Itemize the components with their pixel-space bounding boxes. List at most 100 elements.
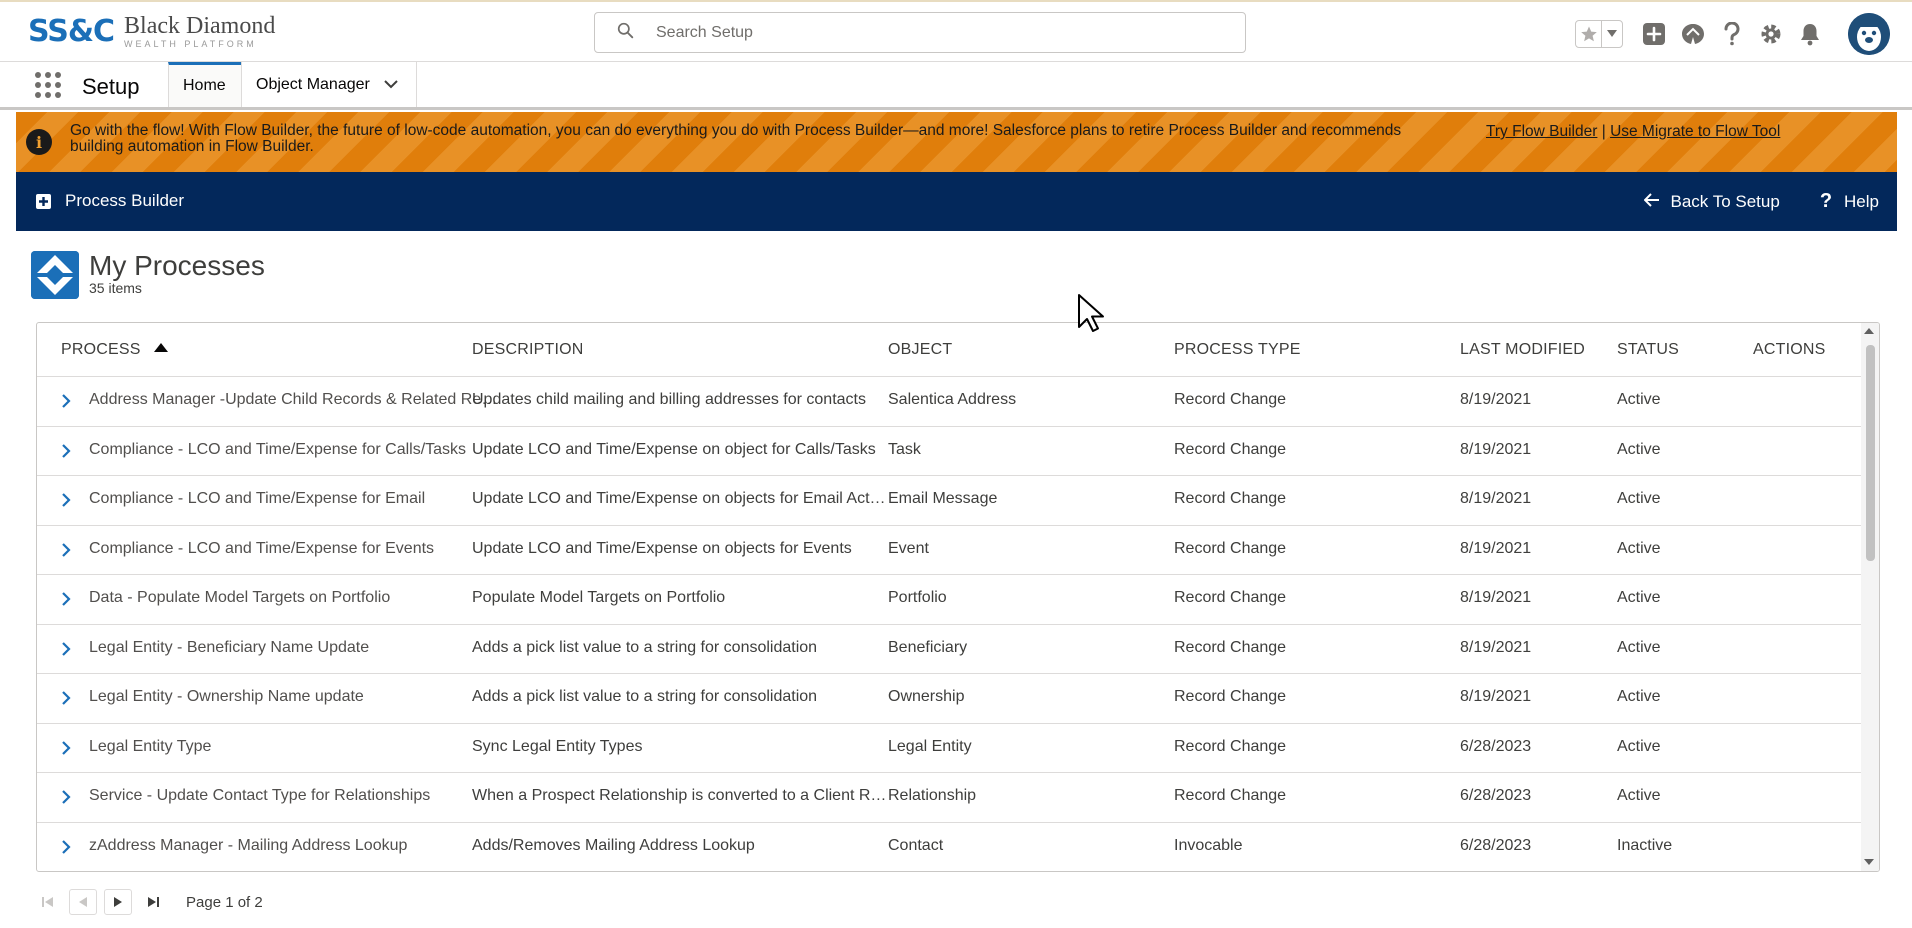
last-page-icon[interactable]: [139, 889, 167, 915]
cell-process[interactable]: zAddress Manager - Mailing Address Looku…: [89, 837, 499, 855]
try-flow-builder-link[interactable]: Try Flow Builder: [1486, 123, 1597, 140]
cell-description: Adds/Removes Mailing Address Lookup: [472, 836, 755, 854]
tab-home-label: Home: [183, 77, 226, 94]
table-row[interactable]: Compliance - LCO and Time/Expense for Em…: [37, 476, 1861, 526]
cell-process[interactable]: Compliance - LCO and Time/Expense for Ca…: [89, 441, 499, 459]
cell-process-type: Record Change: [1174, 737, 1287, 755]
chevron-right-icon[interactable]: [61, 592, 71, 611]
table-row[interactable]: Legal Entity - Ownership Name update Adds…: [37, 674, 1861, 724]
cell-process[interactable]: Compliance - LCO and Time/Expense for Ev…: [89, 540, 499, 558]
next-page-icon[interactable]: [104, 889, 132, 915]
table-row[interactable]: Data - Populate Model Targets on Portfol…: [37, 575, 1861, 625]
cell-last-modified: 8/19/2021: [1460, 638, 1532, 656]
chevron-right-icon[interactable]: [61, 740, 71, 760]
tab-object-manager[interactable]: Object Manager: [241, 62, 417, 107]
cell-description: When a Prospect Relationship is converte…: [472, 787, 887, 804]
cell-status: Active: [1617, 391, 1661, 408]
cell-status: Active: [1617, 490, 1661, 507]
chevron-right-icon[interactable]: [61, 493, 71, 512]
cell-status: Active: [1617, 539, 1661, 557]
logo-subtitle: WEALTH PLATFORM: [124, 39, 257, 49]
bell-icon[interactable]: [1797, 21, 1823, 47]
migrate-to-flow-link[interactable]: Use Migrate to Flow Tool: [1610, 123, 1780, 140]
banner-text: Go with the flow! With Flow Builder, the…: [70, 122, 1402, 155]
cell-process-type: Record Change: [1174, 589, 1287, 606]
cell-process[interactable]: Data - Populate Model Targets on Portfol…: [89, 589, 499, 607]
column-header-process[interactable]: PROCESS: [61, 341, 168, 359]
help-icon[interactable]: [1719, 21, 1745, 47]
arrow-left-icon: [1644, 192, 1670, 212]
scroll-down-icon[interactable]: [1864, 859, 1874, 865]
cell-last-modified: 6/28/2023: [1460, 737, 1532, 755]
avatar[interactable]: [1848, 13, 1890, 55]
trailhead-icon[interactable]: [1680, 21, 1706, 47]
cell-process[interactable]: Service - Update Contact Type for Relati…: [89, 787, 499, 805]
chevron-right-icon[interactable]: [61, 443, 71, 463]
cell-process-type: Record Change: [1174, 688, 1287, 705]
chevron-right-icon[interactable]: [61, 542, 71, 562]
first-page-icon[interactable]: [34, 889, 62, 915]
cell-last-modified: 8/19/2021: [1460, 539, 1532, 557]
mouse-cursor-icon: [1077, 293, 1105, 338]
chevron-down-icon[interactable]: [1602, 21, 1622, 47]
column-header-object[interactable]: OBJECT: [888, 341, 952, 359]
cell-process[interactable]: Address Manager -Update Child Records & …: [89, 391, 499, 409]
favorites-group: [1575, 20, 1623, 48]
cell-object: Relationship: [888, 787, 977, 804]
table-row[interactable]: zAddress Manager - Mailing Address Looku…: [37, 823, 1861, 872]
column-header-status[interactable]: STATUS: [1617, 341, 1679, 359]
cell-description: Update LCO and Time/Expense on objects f…: [472, 539, 852, 557]
cell-process-type: Record Change: [1174, 440, 1287, 458]
cell-process[interactable]: Legal Entity - Ownership Name update: [89, 688, 499, 706]
search-icon: [617, 22, 634, 44]
processes-table: PROCESS DESCRIPTION OBJECT PROCESS TYPE …: [36, 322, 1880, 872]
help-button[interactable]: ? Help: [1820, 190, 1879, 213]
star-icon[interactable]: [1576, 21, 1602, 47]
help-icon: ?: [1819, 190, 1833, 212]
cell-object: Salentica Address: [888, 391, 1017, 408]
cell-object: Beneficiary: [888, 638, 968, 656]
cell-status: Active: [1617, 638, 1661, 656]
previous-page-icon[interactable]: [69, 889, 97, 915]
column-header-description[interactable]: DESCRIPTION: [472, 341, 584, 359]
cell-description: Populate Model Targets on Portfolio: [472, 589, 726, 606]
search-box[interactable]: [594, 12, 1246, 53]
chevron-right-icon[interactable]: [61, 790, 71, 809]
cell-last-modified: 6/28/2023: [1460, 787, 1532, 804]
cell-description: Sync Legal Entity Types: [472, 737, 643, 755]
table-scrollbar[interactable]: [1861, 323, 1879, 871]
cell-object: Portfolio: [888, 589, 947, 606]
cell-object: Contact: [888, 836, 944, 854]
tab-home[interactable]: Home: [168, 62, 241, 107]
chevron-right-icon[interactable]: [61, 641, 71, 661]
add-icon[interactable]: [1641, 21, 1667, 47]
company-logo[interactable]: SS&C Black Diamond WEALTH PLATFORM: [28, 14, 275, 49]
column-header-process-type[interactable]: PROCESS TYPE: [1174, 341, 1301, 359]
app-launcher-icon[interactable]: [35, 72, 61, 98]
cell-process[interactable]: Legal Entity Type: [89, 738, 499, 756]
scroll-thumb[interactable]: [1866, 345, 1875, 561]
cell-last-modified: 8/19/2021: [1460, 589, 1532, 606]
chevron-down-icon[interactable]: [370, 76, 398, 94]
retirement-banner: i Go with the flow! With Flow Builder, t…: [16, 112, 1897, 172]
cell-process[interactable]: Compliance - LCO and Time/Expense for Em…: [89, 490, 499, 508]
chevron-right-icon[interactable]: [61, 691, 71, 710]
back-to-setup-button[interactable]: Back To Setup: [1644, 192, 1780, 212]
global-header: SS&C Black Diamond WEALTH PLATFORM: [0, 0, 1912, 62]
cell-status: Active: [1617, 787, 1661, 804]
table-row[interactable]: Compliance - LCO and Time/Expense for Ev…: [37, 526, 1861, 575]
cell-process[interactable]: Legal Entity - Beneficiary Name Update: [89, 639, 499, 657]
cell-process-type: Record Change: [1174, 787, 1287, 804]
table-row[interactable]: Legal Entity Type Sync Legal Entity Types…: [37, 724, 1861, 773]
gear-icon[interactable]: [1758, 21, 1784, 47]
chevron-right-icon[interactable]: [61, 394, 71, 413]
table-row[interactable]: Address Manager -Update Child Records & …: [37, 377, 1861, 427]
table-row[interactable]: Legal Entity - Beneficiary Name Update Ad…: [37, 625, 1861, 674]
chevron-right-icon[interactable]: [61, 839, 71, 859]
search-input[interactable]: [656, 23, 1216, 42]
column-header-last-modified[interactable]: LAST MODIFIED: [1460, 341, 1585, 359]
table-row[interactable]: Compliance - LCO and Time/Expense for Ca…: [37, 427, 1861, 476]
cell-last-modified: 6/28/2023: [1460, 836, 1532, 854]
scroll-up-icon[interactable]: [1864, 328, 1874, 334]
table-row[interactable]: Service - Update Contact Type for Relati…: [37, 773, 1861, 823]
